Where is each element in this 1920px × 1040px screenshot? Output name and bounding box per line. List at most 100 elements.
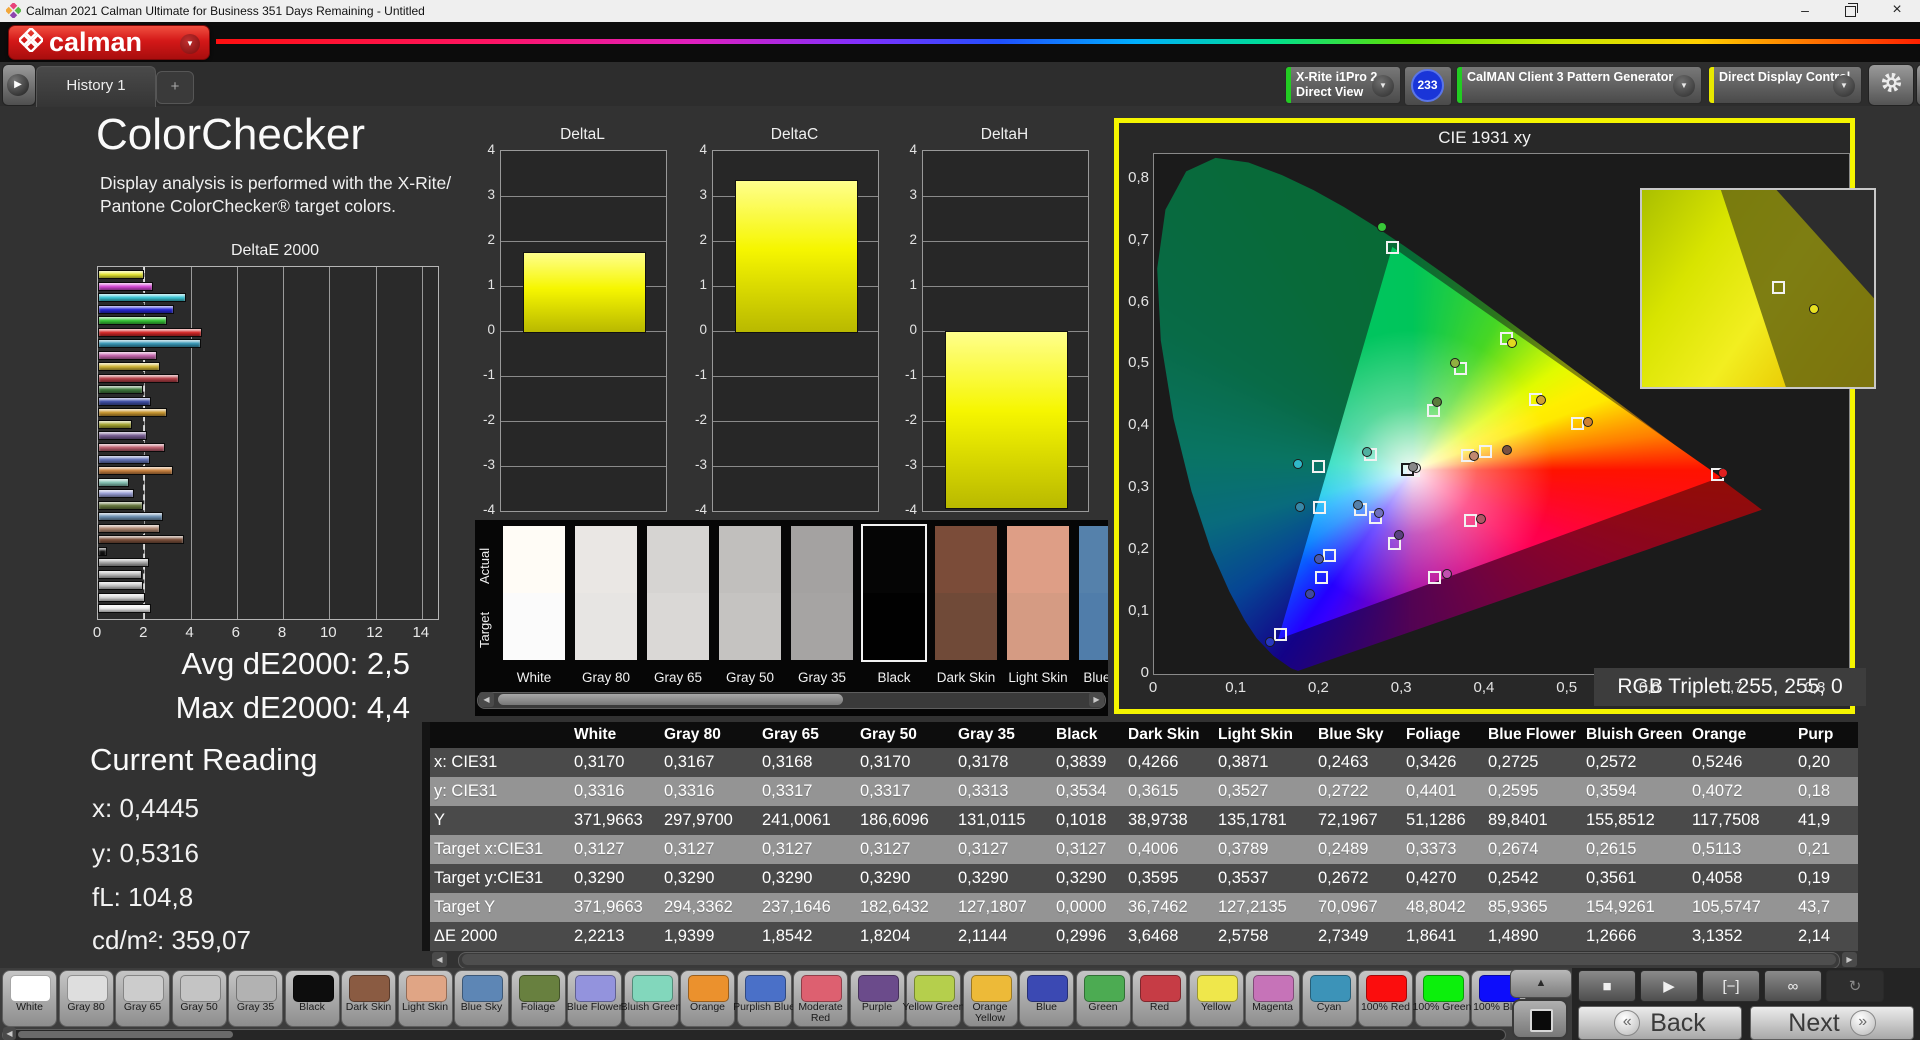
minimize-button[interactable]: – xyxy=(1782,0,1828,22)
pattern-button-100-green[interactable]: 100% Green xyxy=(1413,970,1471,1027)
cie-measured-dot xyxy=(1536,395,1547,406)
collapse-panel-button[interactable]: ◀ xyxy=(1916,64,1920,106)
continuous-button[interactable]: ∞ xyxy=(1764,970,1822,1002)
collapse-toolbar-button[interactable]: ▲ xyxy=(1510,969,1572,998)
table-cell: 85,9365 xyxy=(1488,898,1548,916)
table-cell: 72,1967 xyxy=(1318,811,1378,829)
cie-target-square xyxy=(1312,500,1326,514)
target-swatch xyxy=(719,593,781,660)
table-cell: 0,3561 xyxy=(1586,869,1637,887)
swatch-column: Blue Sky xyxy=(1079,526,1108,685)
chevron-down-icon[interactable]: ▼ xyxy=(1833,75,1855,97)
scroll-left-icon[interactable]: ◀ xyxy=(3,1027,16,1040)
actual-swatch xyxy=(1007,526,1069,593)
scroll-right-icon[interactable]: ▶ xyxy=(1089,692,1104,707)
chevron-down-icon[interactable]: ▼ xyxy=(1673,75,1695,97)
calman-menu-button[interactable]: calman ▼ xyxy=(8,25,210,60)
swatch-column: Black xyxy=(861,524,927,685)
cie-measured-dot xyxy=(1314,554,1325,565)
pattern-button-blue-flower[interactable]: Blue Flower xyxy=(567,970,622,1027)
pattern-button-100-red[interactable]: 100% Red xyxy=(1358,970,1413,1027)
refresh-button[interactable]: ↻ xyxy=(1826,970,1884,1002)
pattern-button-cyan[interactable]: Cyan xyxy=(1301,970,1357,1027)
back-button[interactable]: « Back xyxy=(1578,1006,1742,1040)
pattern-button-red[interactable]: Red xyxy=(1132,970,1187,1027)
pattern-button-green[interactable]: Green xyxy=(1075,970,1131,1027)
stop-button[interactable]: ■ xyxy=(1578,970,1636,1002)
pattern-button-gray-80[interactable]: Gray 80 xyxy=(58,970,114,1027)
delta-axis-tick: 3 xyxy=(699,187,707,202)
table-cell: 51,1286 xyxy=(1406,811,1466,829)
pattern-button-yellow[interactable]: Yellow xyxy=(1188,970,1244,1027)
pattern-button-magenta[interactable]: Magenta xyxy=(1245,970,1300,1027)
display-control-dropdown[interactable]: Direct Display Control ▼ xyxy=(1708,66,1862,104)
restore-button[interactable] xyxy=(1828,0,1874,22)
session-play-button[interactable]: ▶ xyxy=(2,64,36,106)
add-tab-button[interactable]: + xyxy=(156,71,194,104)
pattern-button-blue-sky[interactable]: Blue Sky xyxy=(454,970,509,1027)
pattern-button-black[interactable]: Black xyxy=(284,970,340,1027)
single-measure-button[interactable]: [−] xyxy=(1702,970,1760,1002)
pattern-button-dark-skin[interactable]: Dark Skin xyxy=(341,970,396,1027)
pattern-button-orange[interactable]: Orange xyxy=(680,970,735,1027)
table-cell: 0,3317 xyxy=(860,782,911,800)
pattern-label: Gray 65 xyxy=(123,1001,162,1013)
tab-history-1[interactable]: History 1 xyxy=(36,66,156,107)
scrollbar-thumb[interactable] xyxy=(498,694,843,705)
pattern-button-white[interactable]: White xyxy=(2,970,57,1027)
chevron-down-icon[interactable]: ▼ xyxy=(180,34,200,54)
deltae-gridline xyxy=(236,267,238,619)
cie-target-square xyxy=(1323,548,1337,562)
pattern-button-gray-65[interactable]: Gray 65 xyxy=(115,970,170,1027)
actual-swatch xyxy=(575,526,637,593)
table-cell: 0,3313 xyxy=(958,782,1009,800)
table-row-label: Target y:CIE31 xyxy=(434,869,544,887)
scrollbar-thumb[interactable] xyxy=(462,954,1836,965)
delta-axis-tick: 3 xyxy=(909,187,917,202)
pattern-button-moderate-red[interactable]: Moderate Red xyxy=(793,970,848,1027)
scroll-left-icon[interactable]: ◀ xyxy=(479,692,494,707)
swatch-strip-scrollbar[interactable]: ◀ ▶ xyxy=(477,692,1106,709)
delta-axis-tick: 4 xyxy=(487,142,495,157)
pattern-label: Blue Flower xyxy=(566,1001,623,1013)
play-button[interactable]: ▶ xyxy=(1640,970,1698,1002)
table-cell: 0,3615 xyxy=(1128,782,1179,800)
pattern-button-gray-35[interactable]: Gray 35 xyxy=(228,970,283,1027)
table-scrollbar[interactable] xyxy=(458,952,1840,969)
pattern-window-icon xyxy=(1530,1009,1553,1032)
pattern-button-purplish-blue[interactable]: Purplish Blue xyxy=(733,970,795,1027)
pattern-label: Yellow xyxy=(1201,1001,1231,1013)
cie-axis-tick: 0,8 xyxy=(1804,679,1826,696)
chevron-down-icon[interactable]: ▼ xyxy=(1372,75,1394,97)
table-cell: 0,3290 xyxy=(762,869,813,887)
table-column-header: Bluish Green xyxy=(1586,726,1683,743)
close-button[interactable]: × xyxy=(1874,0,1920,22)
scroll-left-icon[interactable]: ◀ xyxy=(432,952,447,967)
pattern-button-bluish-green[interactable]: Bluish Green xyxy=(621,970,681,1027)
pattern-button-foliage[interactable]: Foliage xyxy=(510,970,566,1027)
pattern-button-purple[interactable]: Purple xyxy=(849,970,905,1027)
next-button[interactable]: Next » xyxy=(1750,1006,1914,1040)
scrollbar-thumb[interactable] xyxy=(18,1031,233,1038)
delta-chart-title: DeltaH xyxy=(980,126,1029,143)
deltae-bar xyxy=(98,604,152,614)
meter-dropdown[interactable]: X-Rite i1Pro 2 Direct View ▼ xyxy=(1285,66,1401,104)
pattern-button-blue[interactable]: Blue xyxy=(1019,970,1074,1027)
pattern-button-gray-50[interactable]: Gray 50 xyxy=(171,970,227,1027)
pattern-button-orange-yellow[interactable]: Orange Yellow xyxy=(962,970,1018,1027)
pattern-window-button[interactable] xyxy=(1512,999,1568,1039)
palette-scrollbar[interactable]: ◀ xyxy=(2,1027,1506,1040)
pattern-generator-dropdown[interactable]: CalMAN Client 3 Pattern Generator ▼ xyxy=(1456,66,1702,104)
delta-axis-tick: 0 xyxy=(699,322,707,337)
scroll-right-icon[interactable]: ▶ xyxy=(1842,952,1857,967)
deltae-bar xyxy=(98,546,107,556)
table-cell: 43,7 xyxy=(1798,898,1831,916)
table-cell: 1,9399 xyxy=(664,927,715,945)
pattern-button-light-skin[interactable]: Light Skin xyxy=(397,970,453,1027)
cie-axis-tick: 0,3 xyxy=(1128,478,1149,496)
pattern-label: Purple xyxy=(861,1001,893,1013)
table-cell: 0,2996 xyxy=(1056,927,1107,945)
settings-button[interactable] xyxy=(1868,64,1914,106)
pattern-button-yellow-green[interactable]: Yellow Green xyxy=(902,970,965,1027)
table-column-header: Gray 80 xyxy=(664,726,721,743)
